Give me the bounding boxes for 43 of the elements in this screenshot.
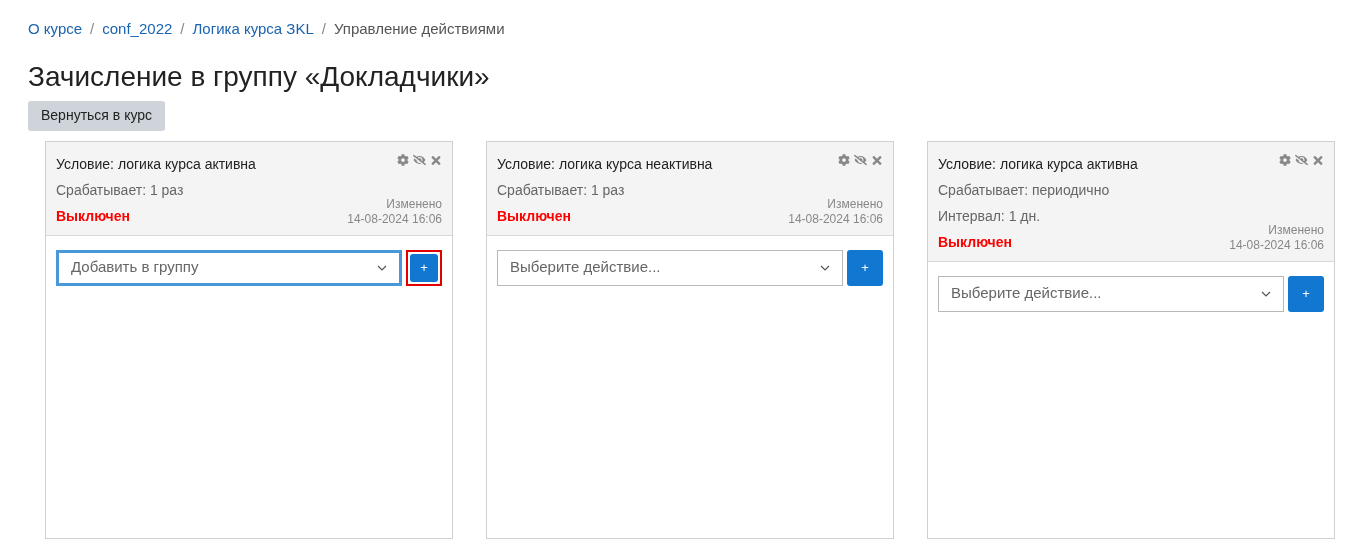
modified-label: Изменено — [827, 196, 883, 212]
page-title: Зачисление в группу «Докладчики» — [27, 59, 491, 94]
status-text: Выключен — [56, 206, 131, 226]
modified-date: 14-08-2024 16:06 — [347, 211, 442, 227]
close-icon[interactable] — [430, 153, 442, 167]
close-icon[interactable] — [1312, 153, 1324, 167]
breadcrumb-link[interactable]: conf_2022 — [102, 18, 173, 41]
chevron-down-icon — [377, 264, 387, 271]
detail-text: Срабатывает: 1 раз — [56, 180, 185, 200]
breadcrumb-separator: / — [321, 19, 326, 39]
breadcrumb-current: Управление действиями — [333, 19, 505, 39]
breadcrumb-link[interactable]: О курсе — [28, 18, 83, 41]
hidden-eye-icon[interactable] — [1295, 154, 1308, 166]
detail-text: Срабатывает: 1 раз — [497, 180, 626, 200]
condition-text: Условие: логика курса неактивна — [497, 154, 713, 174]
modified-date: 14-08-2024 16:06 — [788, 211, 883, 227]
breadcrumb-separator: / — [90, 19, 95, 39]
back-button[interactable]: Вернуться в курс — [28, 100, 166, 131]
add-button[interactable]: + — [847, 249, 883, 286]
settings-icon[interactable] — [397, 154, 409, 166]
action-select[interactable]: Выберите действие... — [938, 275, 1284, 312]
settings-icon[interactable] — [838, 154, 850, 166]
breadcrumb-separator: / — [180, 19, 185, 39]
settings-icon[interactable] — [1279, 154, 1291, 166]
add-button[interactable]: + — [1288, 275, 1324, 312]
chevron-down-icon — [820, 264, 830, 271]
status-text: Выключен — [938, 232, 1013, 252]
chevron-down-icon — [1261, 290, 1271, 297]
breadcrumb-link[interactable]: Логика курса ЗKL — [192, 18, 314, 41]
action-select[interactable]: Выберите действие... — [497, 249, 843, 286]
condition-text: Условие: логика курса активна — [938, 154, 1138, 174]
add-button[interactable]: + — [406, 249, 442, 286]
status-text: Выключен — [497, 206, 572, 226]
close-icon[interactable] — [871, 153, 883, 167]
action-select[interactable]: Добавить в группу — [56, 249, 402, 286]
detail-text: Интервал: 1 дн. — [938, 206, 1042, 226]
condition-text: Условие: логика курса активна — [56, 154, 256, 174]
modified-label: Изменено — [386, 196, 442, 212]
modified-date: 14-08-2024 16:06 — [1229, 237, 1324, 253]
modified-label: Изменено — [1268, 222, 1324, 238]
detail-text: Срабатывает: периодично — [938, 180, 1111, 200]
hidden-eye-icon[interactable] — [413, 154, 426, 166]
hidden-eye-icon[interactable] — [854, 154, 867, 166]
